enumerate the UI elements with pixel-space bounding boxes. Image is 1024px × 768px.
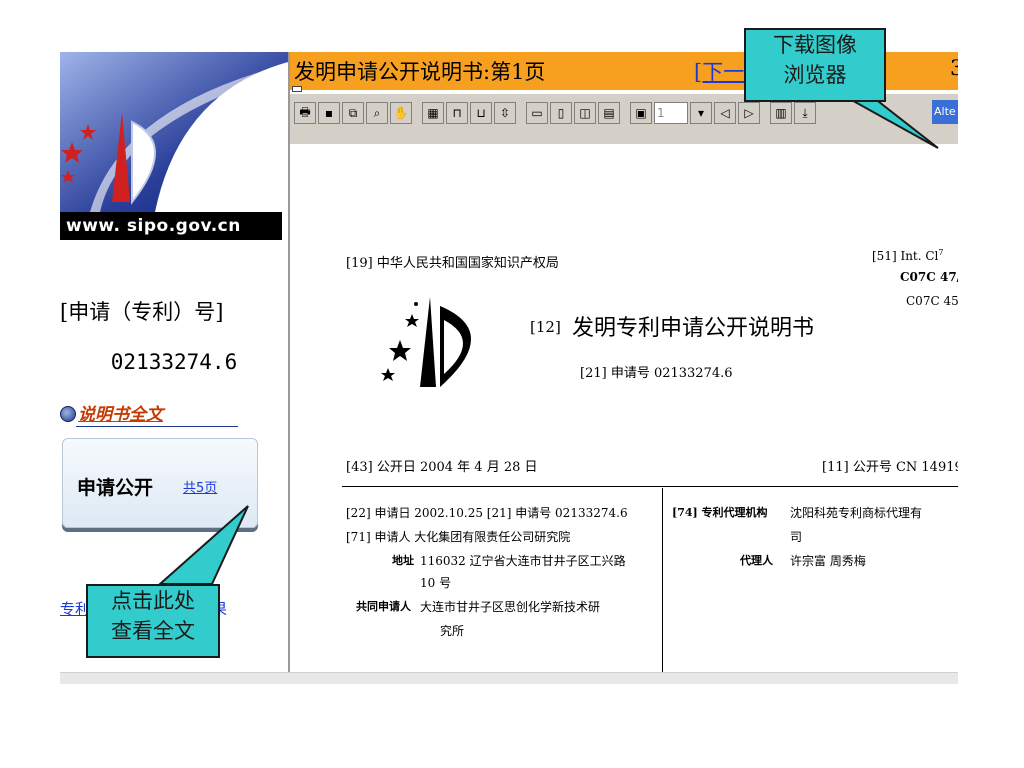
click-callout-line-1: 点击此处 [111,589,195,613]
publication-number: [11] 公开号 CN 149193 [822,460,958,475]
publication-button-label: 申请公开 [77,477,154,499]
page-number-field[interactable]: 1 [654,102,688,124]
applicant: [71] 申请人 大化集团有限责任公司研究院 [346,530,571,544]
prev-page-icon[interactable]: ◁ [714,102,736,124]
divider [342,486,958,487]
title-tail: 3 [950,56,958,80]
status-strip [60,672,958,684]
facing-icon[interactable]: ◫ [574,102,596,124]
save-icon[interactable]: ▪ [318,102,340,124]
hand-icon[interactable]: ✋ [390,102,412,124]
application-number-value: 02133274.6 [110,350,238,374]
zoom-stepper-icon[interactable]: ⇳ [494,102,516,124]
copy-icon[interactable]: ⧉ [342,102,364,124]
page-count-link[interactable]: 共5页 [183,477,217,496]
facing-continuous-icon[interactable]: ▤ [598,102,620,124]
download-callout-line-1: 下载图像 [773,33,857,57]
patent-office-emblem [381,297,471,387]
address-line-1: 116032 辽宁省大连市甘井子区工兴路 [420,554,626,568]
left-panel: www. sipo.gov.cn [申请（专利）号] 02133274.6 说明… [60,52,288,672]
int-cl-label: [51] Int. Cl7 [872,248,944,263]
download-icon[interactable]: ⤓ [794,102,816,124]
co-applicant-line-2: 究所 [440,624,465,638]
document-type-title: 发明专利申请公开说明书 [572,316,815,341]
thumbnail-icon[interactable]: ▣ [630,102,652,124]
bullet-icon [60,406,76,422]
next-page-icon[interactable]: ▷ [738,102,760,124]
co-applicant-line-1: 大连市甘井子区思创化学新技术研 [420,600,601,614]
issuing-office: [19] 中华人民共和国国家知识产权局 [346,256,559,271]
view-fulltext-callout: 点击此处 查看全文 [86,584,220,658]
agency-line-2: 司 [790,530,803,544]
ipc-secondary: C07C 45 [906,294,958,308]
fulltext-link-label: 说明书全文 [78,405,163,425]
fit-height-icon[interactable]: ⊔ [470,102,492,124]
filing-info: [22] 申请日 2002.10.25 [21] 申请号 02133274.6 [346,506,628,520]
next-page-link[interactable]: [下一 [694,56,744,86]
agency-line-1: 沈阳科苑专利商标代理有 [790,506,923,520]
address-line-2: 10 号 [420,576,452,590]
fit-width-icon[interactable]: ⊓ [446,102,468,124]
select-icon[interactable]: ⌕ [366,102,388,124]
download-viewer-callout: 下载图像 浏览器 [744,28,886,102]
click-callout-line-2: 查看全文 [111,619,195,643]
agent-names: 许宗富 周秀梅 [790,554,866,568]
site-url-banner: www. sipo.gov.cn [60,212,282,240]
divider [662,488,663,672]
continuous-icon[interactable]: ▯ [550,102,572,124]
publication-button[interactable]: 申请公开 共5页 [62,438,258,528]
download-callout-line-2: 浏览器 [783,63,847,87]
doc-type-code: [12] [530,318,561,336]
alt-field[interactable]: Alte [932,100,958,124]
page-dropdown-icon[interactable]: ▾ [690,102,712,124]
viewer-title: 发明申请公开说明书:第1页 [294,60,546,84]
divider [76,426,238,427]
co-applicant-label: 共同申请人 [356,600,411,613]
application-number: [21] 申请号 02133274.6 [580,366,733,381]
publication-date: [43] 公开日 2004 年 4 月 28 日 [346,460,538,475]
document-info-icon[interactable]: ▥ [770,102,792,124]
single-page-icon[interactable]: ▭ [526,102,548,124]
ipc-primary: C07C 47/ [900,270,958,284]
tab-indicator-icon [292,86,302,92]
application-number-label: [申请（专利）号] [60,300,224,324]
agency-label: [74] 专利代理机构 [672,506,768,519]
fit-page-icon[interactable]: ▦ [422,102,444,124]
agent-label: 代理人 [740,554,773,567]
print-icon[interactable]: 🖶 [294,102,316,124]
document-page: [19] 中华人民共和国国家知识产权局 [51] Int. Cl7 C07C 4… [290,144,958,672]
address-label: 地址 [392,554,414,567]
document-viewer: 发明申请公开说明书:第1页 [下一 3 🖶 ▪ ⧉ ⌕ ✋ ▦ ⊓ ⊔ ⇳ ▭ … [288,52,958,672]
